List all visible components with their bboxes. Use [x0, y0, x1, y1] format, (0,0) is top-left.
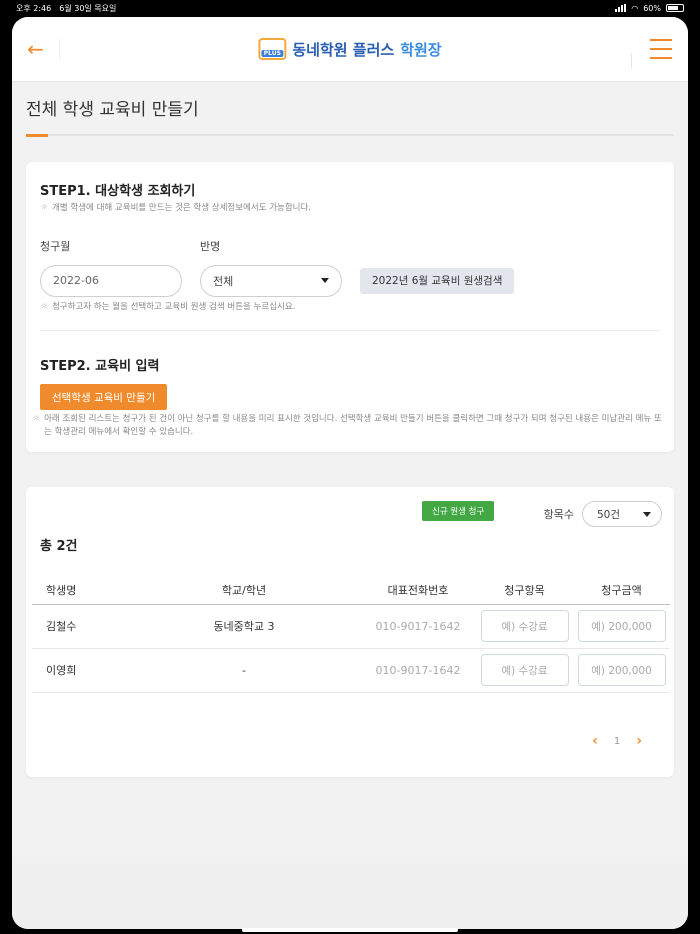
- student-list-panel: 신규 원생 청구 항목수 50건 총 2건 학생명 학교/학년 대표전화번호 청…: [26, 487, 674, 777]
- class-label: 반명: [200, 239, 221, 253]
- per-page-value: 50건: [597, 508, 621, 521]
- phone-number: 010-9017-1642: [360, 648, 476, 693]
- battery-percent: 60%: [643, 3, 661, 13]
- new-student-bill-button[interactable]: 신규 원생 청구: [422, 501, 495, 521]
- app-header: ← PLUS 동네학원 플러스 학원장: [12, 17, 688, 82]
- back-button[interactable]: ←: [12, 37, 60, 61]
- bill-item-input[interactable]: 예) 수강료: [480, 654, 569, 686]
- billing-month-value: 2022-06: [53, 274, 99, 287]
- step-divider: [40, 330, 660, 331]
- battery-icon: [666, 4, 684, 12]
- bill-item-input[interactable]: 예) 수강료: [480, 610, 569, 642]
- logo-icon: PLUS: [258, 38, 287, 60]
- billing-month-label: 청구월: [40, 239, 71, 253]
- table-header: 학생명 학교/학년 대표전화번호 청구항목 청구금액: [32, 576, 670, 605]
- per-page-label: 항목수: [543, 508, 574, 521]
- status-date: 6월 30일 목요일: [59, 3, 117, 13]
- signal-icon: [615, 4, 627, 12]
- col-student-name: 학생명: [32, 576, 128, 605]
- col-bill-item: 청구항목: [476, 576, 573, 605]
- home-indicator: [242, 928, 458, 932]
- col-bill-amount: 청구금액: [573, 576, 670, 605]
- lightbulb-icon: ☼: [40, 203, 49, 213]
- student-table: 학생명 학교/학년 대표전화번호 청구항목 청구금액 김철수 동네중학교 3 0…: [32, 576, 670, 693]
- status-time: 오후 2:46: [16, 3, 52, 13]
- chevron-left-icon[interactable]: ‹: [592, 733, 598, 749]
- search-hint: ☼ 청구하고자 하는 월을 선택하고 교육비 원생 검색 버튼을 누르십시요.: [40, 301, 660, 315]
- header-divider: [631, 53, 632, 69]
- pagination: ‹ 1 ›: [592, 733, 642, 749]
- bottom-area: [12, 857, 688, 929]
- table-row: 이영희 - 010-9017-1642 예) 수강료 예) 200,000: [32, 648, 670, 693]
- step2-hint: ☼ 아래 조회된 리스트는 청구가 된 건이 아닌 청구를 할 내용을 미리 표…: [32, 413, 664, 439]
- chevron-right-icon[interactable]: ›: [636, 733, 642, 749]
- class-select[interactable]: 전체: [200, 264, 342, 297]
- step1-hint-text: 개별 학생에 대해 교육비를 만드는 것은 학생 상세정보에서도 가능합니다.: [52, 203, 311, 213]
- search-students-button[interactable]: 2022년 6월 교육비 원생검색: [360, 267, 515, 294]
- phone-number: 010-9017-1642: [360, 604, 476, 649]
- school-grade: 동네중학교 3: [128, 604, 360, 649]
- bill-amount-input[interactable]: 예) 200,000: [577, 610, 666, 642]
- arrow-left-icon: ←: [27, 37, 44, 61]
- step2-hint-text: 아래 조회된 리스트는 청구가 된 건이 아닌 청구를 할 내용을 미리 표시한…: [44, 414, 662, 437]
- logo-brand: 동네학원 플러스: [292, 40, 395, 59]
- total-count: 총 2건: [40, 539, 78, 554]
- title-underline: [26, 134, 674, 137]
- col-school-grade: 학교/학년: [128, 576, 360, 605]
- school-grade: -: [128, 648, 360, 693]
- table-row: 김철수 동네중학교 3 010-9017-1642 예) 수강료 예) 200,…: [32, 604, 670, 649]
- per-page-select[interactable]: 50건: [582, 501, 662, 527]
- chevron-down-icon: [643, 511, 651, 517]
- page-number[interactable]: 1: [614, 736, 620, 747]
- create-bill-button[interactable]: 선택학생 교육비 만들기: [40, 384, 168, 410]
- logo-badge: PLUS: [261, 50, 283, 57]
- billing-month-input[interactable]: 2022-06: [40, 264, 182, 297]
- col-phone: 대표전화번호: [360, 576, 476, 605]
- class-select-value: 전체: [213, 274, 234, 288]
- search-hint-text: 청구하고자 하는 월을 선택하고 교육비 원생 검색 버튼을 누르십시요.: [52, 301, 296, 312]
- step-panel: STEP1. 대상학생 조회하기 ☼ 개별 학생에 대해 교육비를 만드는 것은…: [26, 162, 674, 452]
- step1-title: STEP1. 대상학생 조회하기: [40, 184, 196, 199]
- step1-hint: ☼ 개별 학생에 대해 교육비를 만드는 것은 학생 상세정보에서도 가능합니다…: [40, 202, 660, 216]
- hamburger-menu-icon[interactable]: [650, 39, 674, 59]
- status-bar: 오후 2:46 6월 30일 목요일 ◠ 60%: [0, 0, 700, 16]
- step2-title: STEP2. 교육비 입력: [40, 359, 160, 374]
- student-name: 이영희: [32, 648, 128, 693]
- wifi-icon: ◠: [631, 3, 639, 13]
- lightbulb-icon: ☼: [32, 414, 41, 424]
- page-title: 전체 학생 교육비 만들기: [26, 100, 199, 120]
- bill-amount-input[interactable]: 예) 200,000: [577, 654, 666, 686]
- app-screen: ← PLUS 동네학원 플러스 학원장 전체 학생 교육비 만들기 STEP1.…: [12, 17, 688, 929]
- student-name: 김철수: [32, 604, 128, 649]
- lightbulb-icon: ☼: [40, 301, 49, 312]
- logo-suffix: 학원장: [400, 40, 442, 59]
- logo: PLUS 동네학원 플러스 학원장: [258, 38, 442, 60]
- chevron-down-icon: [321, 278, 329, 283]
